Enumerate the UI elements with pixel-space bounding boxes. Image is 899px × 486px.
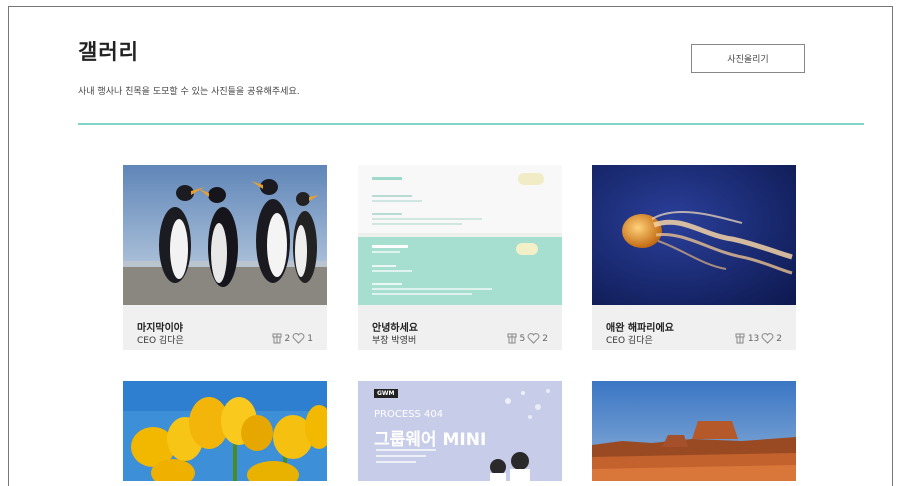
photo-jellyfish[interactable] [592, 165, 796, 305]
card-author: CEO 김다은 [137, 336, 184, 346]
view-count: 5 [519, 333, 526, 344]
card-stats: 13 2 [734, 333, 782, 344]
gallery-card[interactable]: 안녕하세요 부장 박영버 5 2 [358, 165, 562, 350]
view-count-icon [507, 333, 517, 344]
card-title: 안녕하세요 [372, 323, 418, 334]
card-title: 마지막이야 [137, 323, 183, 334]
photo-penguins[interactable] [123, 165, 327, 305]
heart-icon[interactable] [761, 333, 774, 344]
card-stats: 5 2 [506, 333, 548, 344]
gallery-card[interactable]: 애완 해파리에요 CEO 김다은 13 2 [592, 165, 796, 350]
photo-desert[interactable] [592, 381, 796, 481]
poster-line-1: PROCESS 404 [374, 409, 444, 420]
card-author: 부장 박영버 [372, 336, 417, 346]
like-count: 1 [307, 333, 313, 344]
gallery-card[interactable] [123, 381, 327, 481]
like-count: 2 [542, 333, 548, 344]
view-count: 2 [284, 333, 291, 344]
view-count-icon [735, 333, 745, 344]
upload-photo-button[interactable]: 사진올리기 [691, 44, 805, 73]
heart-icon[interactable] [527, 333, 540, 344]
photo-screenshot[interactable] [358, 165, 562, 305]
gallery-card[interactable] [592, 381, 796, 481]
view-count: 13 [747, 333, 760, 344]
header-divider [78, 123, 864, 125]
heart-icon[interactable] [292, 333, 305, 344]
gallery-card[interactable]: GWM PROCESS 404 그룹웨어 MINI [358, 381, 562, 481]
photo-poster[interactable]: GWM PROCESS 404 그룹웨어 MINI [358, 381, 562, 481]
poster-line-2: 그룹웨어 MINI [374, 430, 487, 450]
view-count-icon [272, 333, 282, 344]
card-info: 마지막이야 CEO 김다은 2 1 [123, 305, 327, 350]
page-subtitle: 사내 행사나 친목을 도모할 수 있는 사진들을 공유해주세요. [78, 87, 300, 97]
photo-tulips[interactable] [123, 381, 327, 481]
gallery-card[interactable]: 마지막이야 CEO 김다은 2 1 [123, 165, 327, 350]
poster-badge: GWM [374, 389, 398, 398]
card-info: 안녕하세요 부장 박영버 5 2 [358, 305, 562, 350]
like-count: 2 [776, 333, 782, 344]
card-title: 애완 해파리에요 [606, 323, 674, 334]
page-title: 갤러리 [78, 40, 139, 64]
card-info: 애완 해파리에요 CEO 김다은 13 2 [592, 305, 796, 350]
card-stats: 2 1 [271, 333, 313, 344]
card-author: CEO 김다은 [606, 336, 653, 346]
